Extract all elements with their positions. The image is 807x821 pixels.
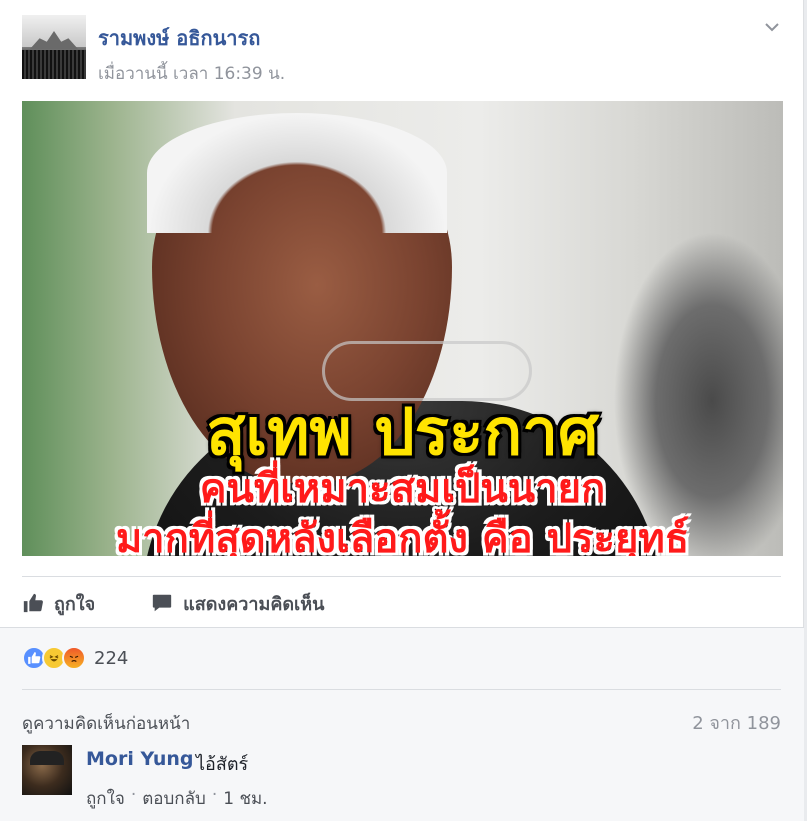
comment-label: แสดงความคิดเห็น	[183, 593, 325, 615]
author-name[interactable]: รามพงษ์ อธิกนารถ	[98, 22, 260, 54]
author-avatar[interactable]	[22, 15, 86, 79]
comment-meta: ถูกใจ · ตอบกลับ · 1 ชม.	[86, 785, 274, 812]
post-image[interactable]: สุเทพ ประกาศ คนที่เหมาะสมเป็นนายก มากที่…	[22, 101, 783, 556]
reaction-count: 224	[94, 647, 129, 669]
comment-count: 2 จาก 189	[692, 713, 781, 734]
comment-icon	[152, 594, 172, 612]
like-label: ถูกใจ	[54, 593, 96, 615]
divider	[22, 576, 781, 577]
comment-button[interactable]: แสดงความคิดเห็น	[151, 589, 324, 618]
like-button[interactable]: ถูกใจ	[22, 589, 95, 618]
reactions-summary[interactable]: 224	[22, 646, 128, 670]
post-timestamp[interactable]: เมื่อวานนี้ เวลา 16:39 น.	[98, 60, 285, 87]
divider	[22, 689, 781, 690]
action-bar: ถูกใจ แสดงความคิดเห็น	[22, 588, 380, 618]
comment-time[interactable]: 1 ชม.	[223, 785, 267, 812]
separator: ·	[211, 785, 218, 805]
separator: ·	[130, 785, 137, 805]
comment-text: ไอ้สัตร์	[196, 754, 249, 775]
comment-like-link[interactable]: ถูกใจ	[86, 785, 125, 812]
comment-reply-link[interactable]: ตอบกลับ	[142, 785, 206, 812]
view-previous-comments-link[interactable]: ดูความคิดเห็นก่อนหน้า	[22, 710, 190, 737]
angry-reaction-icon	[62, 646, 86, 670]
thumbs-up-icon	[23, 593, 43, 613]
commenter-name[interactable]: Mori Yung	[86, 748, 194, 770]
post-card: รามพงษ์ อธิกนารถ เมื่อวานนี้ เวลา 16:39 …	[0, 0, 804, 821]
chevron-down-icon[interactable]	[763, 18, 781, 36]
image-subheadline-2: มากที่สุดหลังเลือกตั้ง คือ ประยุทธ์	[115, 516, 690, 556]
commenter-avatar[interactable]	[22, 745, 72, 795]
